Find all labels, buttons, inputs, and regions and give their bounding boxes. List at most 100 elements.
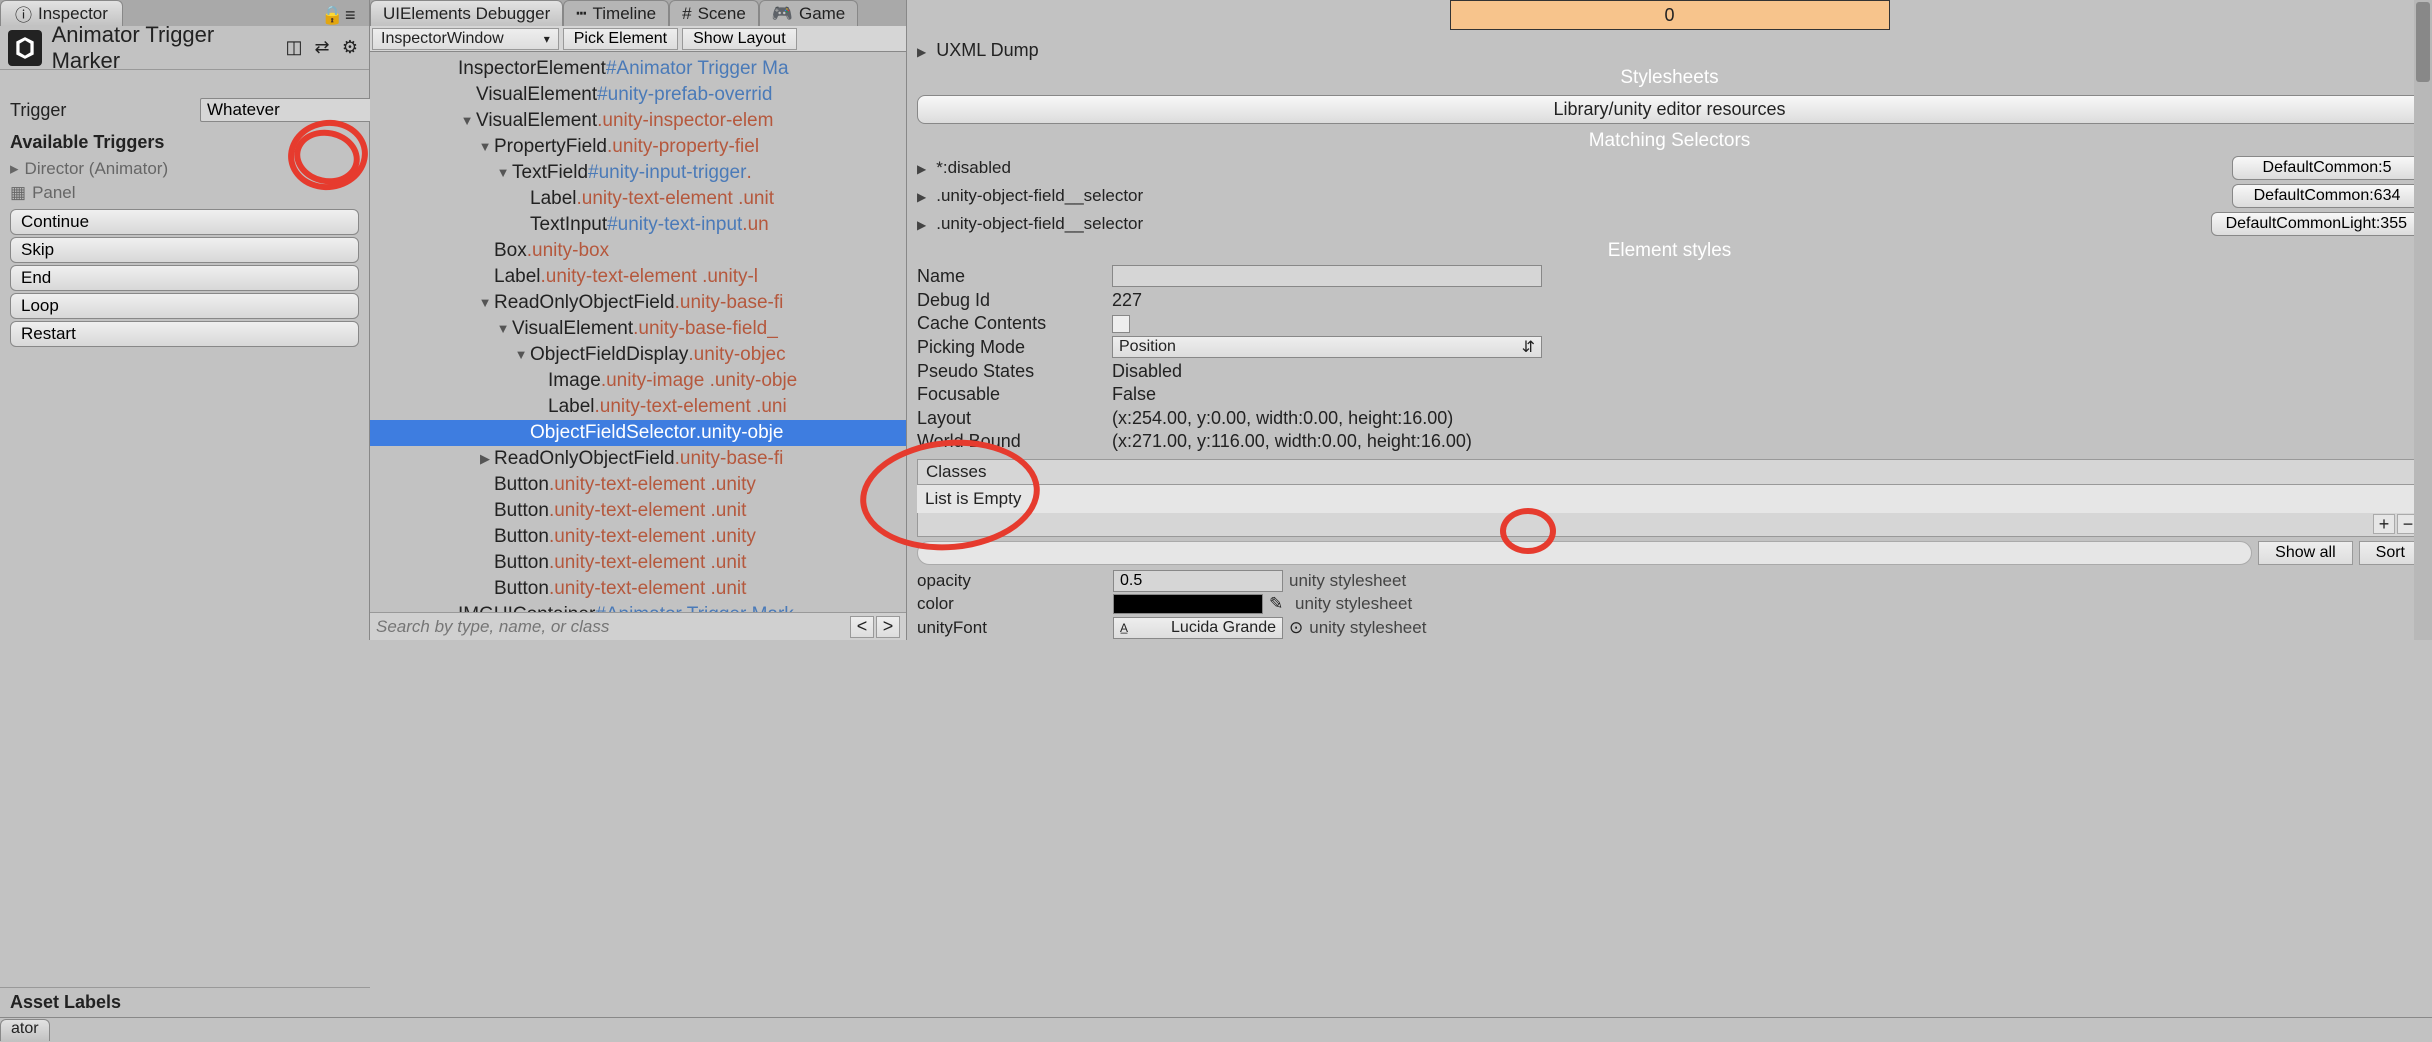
selector-row: *:disabled DefaultCommon:5 bbox=[907, 154, 2432, 182]
tree-row[interactable]: ▼ObjectFieldDisplay .unity-objec bbox=[370, 342, 906, 368]
tree-row[interactable]: ▼VisualElement .unity-inspector-elem bbox=[370, 108, 906, 134]
library-button[interactable]: Library/unity editor resources bbox=[917, 95, 2422, 124]
tree-row[interactable]: ▶ReadOnlyObjectField .unity-base-fi bbox=[370, 446, 906, 472]
element-styles-title: Element styles bbox=[907, 238, 2432, 264]
chevron-right-icon[interactable] bbox=[917, 158, 930, 178]
selector-row: .unity-object-field__selector DefaultCom… bbox=[907, 210, 2432, 238]
tree-type: Box bbox=[494, 238, 527, 264]
focusable-label: Focusable bbox=[917, 384, 1112, 405]
unity-logo-icon bbox=[8, 30, 42, 66]
foldout-icon[interactable]: ▼ bbox=[478, 290, 492, 316]
skip-button[interactable]: Skip bbox=[10, 237, 359, 263]
tree-type: TextField bbox=[512, 160, 588, 186]
preset-icon[interactable]: ⇄ bbox=[311, 37, 333, 59]
pick-element-button[interactable]: Pick Element bbox=[563, 28, 678, 50]
tree-type: Label bbox=[548, 394, 595, 420]
continue-button[interactable]: Continue bbox=[10, 209, 359, 235]
prev-button[interactable]: < bbox=[850, 616, 874, 638]
show-layout-button[interactable]: Show Layout bbox=[682, 28, 797, 50]
tree-row[interactable]: Box .unity-box bbox=[370, 238, 906, 264]
element-tree[interactable]: InspectorElement #Animator Trigger MaVis… bbox=[370, 52, 906, 640]
style-search-input[interactable] bbox=[917, 541, 2252, 565]
menu-icon[interactable]: ≡ bbox=[345, 5, 361, 21]
picking-select[interactable]: Position⇵ bbox=[1112, 336, 1542, 358]
tab-game[interactable]: 🎮 Game bbox=[759, 0, 858, 26]
tree-row[interactable]: ▼PropertyField .unity-property-fiel bbox=[370, 134, 906, 160]
style-source: unity stylesheet bbox=[1295, 594, 1412, 614]
tree-row[interactable]: ▼TextField #unity-input-trigger . bbox=[370, 160, 906, 186]
play-icon: ▸ bbox=[10, 159, 19, 179]
bottom-tab[interactable]: ator bbox=[0, 1019, 50, 1041]
chevron-right-icon[interactable] bbox=[917, 186, 930, 206]
showall-button[interactable]: Show all bbox=[2258, 541, 2352, 565]
tree-search-row: < > bbox=[370, 612, 906, 640]
tree-type: TextInput bbox=[530, 212, 607, 238]
add-class-button[interactable]: + bbox=[2373, 514, 2395, 534]
end-button[interactable]: End bbox=[10, 265, 359, 291]
tab-timeline[interactable]: ┅ Timeline bbox=[563, 0, 669, 26]
tree-row[interactable]: InspectorElement #Animator Trigger Ma bbox=[370, 56, 906, 82]
trigger-item-director[interactable]: ▸ Director (Animator) bbox=[0, 157, 369, 181]
tree-row[interactable]: Button .unity-text-element .unit bbox=[370, 576, 906, 602]
target-icon[interactable]: ⊙ bbox=[1289, 618, 1303, 638]
matching-selectors-title: Matching Selectors bbox=[907, 128, 2432, 154]
selector-source-button[interactable]: DefaultCommonLight:355 bbox=[2211, 212, 2422, 236]
eyedropper-icon[interactable]: ✎ bbox=[1269, 594, 1289, 614]
tree-row[interactable]: TextInput #unity-text-input .un bbox=[370, 212, 906, 238]
selector-row: .unity-object-field__selector DefaultCom… bbox=[907, 182, 2432, 210]
style-name: unityFont bbox=[917, 618, 1107, 638]
tree-row[interactable]: Button .unity-text-element .unity bbox=[370, 472, 906, 498]
window-dropdown[interactable]: InspectorWindow ▾ bbox=[372, 28, 559, 50]
tree-type: Label bbox=[530, 186, 577, 212]
foldout-icon[interactable]: ▼ bbox=[496, 316, 510, 342]
sort-button[interactable]: Sort bbox=[2359, 541, 2422, 565]
stylesheets-title: Stylesheets bbox=[907, 65, 2432, 91]
tree-search-input[interactable] bbox=[376, 617, 848, 637]
open-icon[interactable]: ◫ bbox=[283, 37, 305, 59]
selector-source-button[interactable]: DefaultCommon:634 bbox=[2232, 184, 2422, 208]
tree-row[interactable]: Label .unity-text-element .unity-l bbox=[370, 264, 906, 290]
selector-source-button[interactable]: DefaultCommon:5 bbox=[2232, 156, 2422, 180]
foldout-icon[interactable]: ▶ bbox=[478, 446, 492, 472]
tab-label: Game bbox=[799, 4, 845, 24]
tab-uielements-debugger[interactable]: UIElements Debugger bbox=[370, 0, 563, 26]
foldout-icon[interactable]: ▼ bbox=[460, 108, 474, 134]
tree-type: ObjectFieldSelector bbox=[530, 420, 696, 446]
loop-button[interactable]: Loop bbox=[10, 293, 359, 319]
scrollbar[interactable] bbox=[2414, 0, 2432, 640]
trigger-item-panel[interactable]: ▦ Panel bbox=[0, 181, 369, 205]
tree-row[interactable]: ▼VisualElement .unity-base-field_ bbox=[370, 316, 906, 342]
tree-row[interactable]: ObjectFieldSelector .unity-obje bbox=[370, 420, 906, 446]
foldout-icon[interactable]: ▼ bbox=[496, 160, 510, 186]
tree-class: .unity-text-element .unit bbox=[549, 576, 746, 602]
lock-icon[interactable]: 🔒 bbox=[321, 5, 337, 21]
gear-icon[interactable]: ⚙ bbox=[339, 37, 361, 59]
uxml-dump-row[interactable]: UXML Dump bbox=[907, 36, 2432, 65]
cache-checkbox[interactable] bbox=[1112, 315, 1130, 333]
next-button[interactable]: > bbox=[876, 616, 900, 638]
opacity-input[interactable] bbox=[1113, 570, 1283, 592]
tree-row[interactable]: ▼ReadOnlyObjectField .unity-base-fi bbox=[370, 290, 906, 316]
name-input[interactable] bbox=[1112, 265, 1542, 287]
tab-scene[interactable]: # Scene bbox=[669, 0, 759, 26]
tree-row[interactable]: Image .unity-image .unity-obje bbox=[370, 368, 906, 394]
chevron-down-icon: ⇵ bbox=[1522, 337, 1535, 357]
layout-value: (x:254.00, y:0.00, width:0.00, height:16… bbox=[1112, 408, 2422, 429]
tree-row[interactable]: Button .unity-text-element .unit bbox=[370, 498, 906, 524]
chevron-right-icon[interactable] bbox=[917, 214, 930, 234]
tree-row[interactable]: Label .unity-text-element .uni bbox=[370, 394, 906, 420]
style-name: color bbox=[917, 594, 1107, 614]
tree-row[interactable]: Label .unity-text-element .unit bbox=[370, 186, 906, 212]
foldout-icon[interactable]: ▼ bbox=[514, 342, 528, 368]
foldout-icon[interactable]: ▼ bbox=[478, 134, 492, 160]
tree-type: VisualElement bbox=[512, 316, 633, 342]
tree-class: .unity-inspector-elem bbox=[597, 108, 773, 134]
tree-row[interactable]: Button .unity-text-element .unit bbox=[370, 550, 906, 576]
tree-class: .unity-base-fi bbox=[675, 290, 784, 316]
style-source: unity stylesheet bbox=[1309, 618, 1426, 638]
tree-row[interactable]: VisualElement #unity-prefab-overrid bbox=[370, 82, 906, 108]
font-select[interactable]: A̲ Lucida Grande bbox=[1113, 617, 1283, 639]
restart-button[interactable]: Restart bbox=[10, 321, 359, 347]
tree-row[interactable]: Button .unity-text-element .unity bbox=[370, 524, 906, 550]
color-swatch[interactable] bbox=[1113, 594, 1263, 614]
